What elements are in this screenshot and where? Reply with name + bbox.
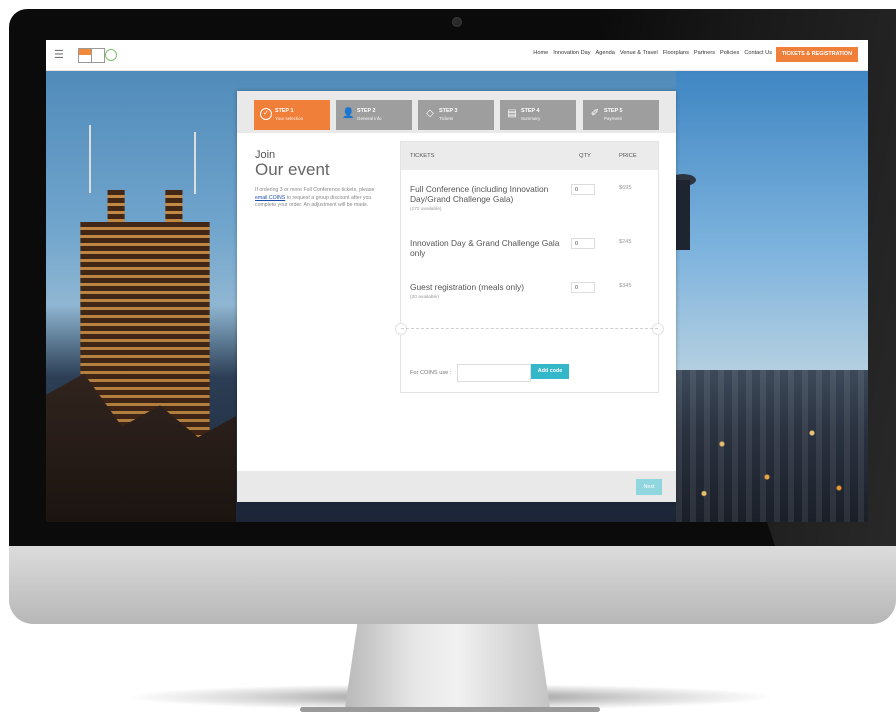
nav-links: Home Innovation Day Agenda Venue & Trave… [533, 50, 772, 56]
header-qty: QTY [579, 153, 591, 159]
quantity-input[interactable]: 0 [571, 184, 595, 195]
step-4-tab[interactable]: ▤ STEP 4 Summary [500, 100, 576, 130]
tickets-table: TICKETS QTY PRICE Full Conference (inclu… [395, 141, 664, 393]
monitor-chin [9, 546, 896, 624]
user-icon: 👤 [342, 108, 355, 119]
promo-code-input[interactable] [457, 364, 531, 382]
ticket-notch [652, 323, 664, 335]
background-tower [676, 180, 690, 250]
top-navbar: ☰ Home Innovation Day Agenda Venue & Tra… [46, 40, 868, 71]
ticket-divider [401, 328, 658, 329]
ticket-availability: (172 available) [410, 207, 442, 212]
clipboard-icon: ▤ [507, 108, 517, 119]
step-title: STEP 3 [439, 108, 458, 114]
note-text-before: If ordering 3 or more Full Conference ti… [255, 187, 375, 193]
stand-base [300, 707, 600, 712]
email-coins-link[interactable]: email COINS [255, 195, 285, 201]
ticket-name: Innovation Day & Grand Challenge Gala on… [410, 238, 560, 258]
nav-link-innovation-day[interactable]: Innovation Day [553, 50, 590, 56]
step-title: STEP 2 [357, 108, 376, 114]
wizard-footer: Next [237, 471, 676, 502]
step-subtitle: Your selection [275, 116, 304, 121]
promo-label: For COINS use : [410, 370, 452, 376]
step-subtitle: Summary [521, 116, 541, 121]
ticket-price: $245 [619, 239, 632, 245]
registration-wizard: ✓ STEP 1 Your selection 👤 STEP 2 General… [237, 91, 676, 502]
logo-mark [91, 48, 105, 63]
ticket-price: $695 [619, 185, 632, 191]
background-city-lights [686, 400, 866, 510]
tickets-table-header: TICKETS QTY PRICE [401, 142, 658, 170]
check-circle-icon: ✓ [260, 108, 272, 120]
step-2-tab[interactable]: 👤 STEP 2 General info [336, 100, 412, 130]
background-spire [194, 132, 196, 194]
steps-bar: ✓ STEP 1 Your selection 👤 STEP 2 General… [237, 91, 676, 133]
nav-link-venue-travel[interactable]: Venue & Travel [620, 50, 658, 56]
ticket-availability: (20 available) [410, 295, 439, 300]
ticket-name: Guest registration (meals only) [410, 282, 525, 292]
background-sky [676, 70, 868, 370]
quantity-input[interactable]: 0 [571, 238, 595, 249]
logo-icon[interactable] [78, 48, 92, 63]
step-title: STEP 4 [521, 108, 540, 114]
step-3-tab[interactable]: ◇ STEP 3 Tickets [418, 100, 494, 130]
step-subtitle: General info [357, 116, 382, 121]
ticket-price: $345 [619, 283, 632, 289]
add-code-button[interactable]: Add code [531, 364, 569, 379]
page-title: Our event [255, 160, 330, 179]
tickets-registration-button[interactable]: TICKETS & REGISTRATION [775, 47, 858, 62]
step-5-tab[interactable]: ✐ STEP 5 Payment [583, 100, 659, 130]
next-button[interactable]: Next [636, 479, 662, 495]
payment-icon: ✐ [590, 108, 600, 119]
ticket-name: Full Conference (including Innovation Da… [410, 184, 549, 204]
nav-link-partners[interactable]: Partners [694, 50, 715, 56]
nav-link-contact-us[interactable]: Contact Us [744, 50, 772, 56]
background-spire [89, 125, 91, 193]
screen: ☰ Home Innovation Day Agenda Venue & Tra… [46, 40, 868, 522]
webcam [452, 17, 462, 27]
logo-badge-icon [105, 49, 117, 61]
step-subtitle: Payment [604, 116, 622, 121]
step-title: STEP 1 [275, 108, 294, 114]
quantity-input[interactable]: 0 [571, 282, 595, 293]
step-subtitle: Tickets [439, 116, 454, 121]
header-price: PRICE [619, 153, 637, 159]
step-title: STEP 5 [604, 108, 623, 114]
monitor-stand [345, 624, 550, 708]
group-discount-note: If ordering 3 or more Full Conference ti… [255, 187, 379, 210]
ticket-notch [395, 323, 407, 335]
nav-link-home[interactable]: Home [533, 50, 548, 56]
nav-link-floorplans[interactable]: Floorplans [663, 50, 689, 56]
hamburger-icon[interactable]: ☰ [54, 50, 64, 61]
step-1-tab[interactable]: ✓ STEP 1 Your selection [254, 100, 330, 130]
header-tickets: TICKETS [410, 153, 435, 159]
nav-link-agenda[interactable]: Agenda [596, 50, 615, 56]
nav-link-policies[interactable]: Policies [720, 50, 739, 56]
tag-icon: ◇ [426, 108, 434, 119]
intro-section: Join Our event If ordering 3 or more Ful… [255, 149, 385, 210]
